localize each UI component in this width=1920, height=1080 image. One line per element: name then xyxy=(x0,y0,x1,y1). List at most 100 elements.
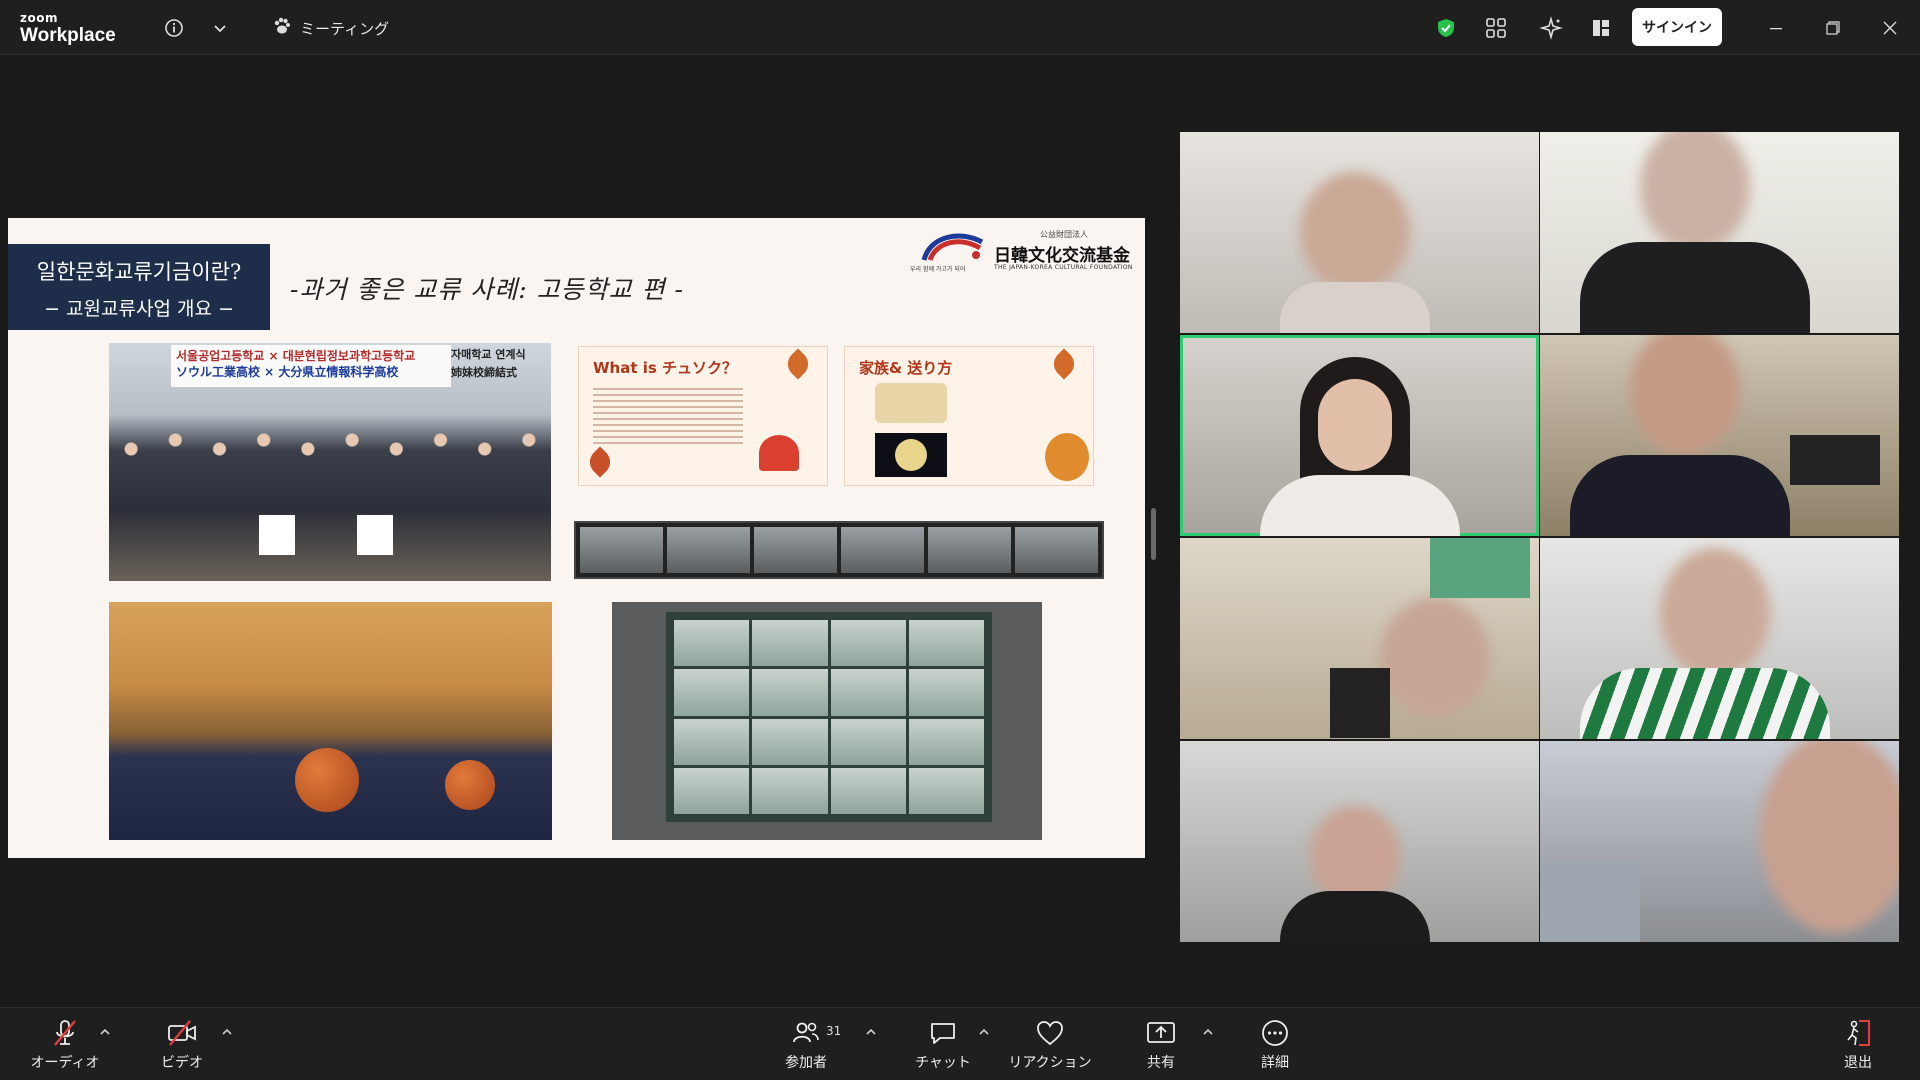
zoom-logo: zoom Workplace xyxy=(20,12,116,45)
close-icon[interactable] xyxy=(1868,12,1912,44)
blurred-face xyxy=(1630,335,1740,455)
minimize-icon[interactable] xyxy=(1754,12,1798,44)
banner-line2: ソウル工業高校 × 大分県立情報科学高校 xyxy=(176,365,399,379)
slide-title-sub: − 교원교류사업 개요 − xyxy=(44,298,234,320)
striped-shirt xyxy=(1580,668,1830,739)
blurred-face xyxy=(1660,548,1770,678)
leave-label: 退出 xyxy=(1844,1055,1872,1071)
ai-companion-icon[interactable] xyxy=(1535,12,1567,44)
participants-label: 参加者 xyxy=(785,1055,827,1071)
mic-muted-icon xyxy=(50,1018,80,1048)
logo-main-text: 日韓文化交流基金 xyxy=(994,246,1130,266)
more-button[interactable]: 詳細 xyxy=(1245,1018,1305,1074)
leave-icon xyxy=(1843,1018,1873,1048)
participant-video-tile[interactable] xyxy=(1540,335,1899,536)
split-resize-handle[interactable] xyxy=(1151,508,1156,560)
banner-line1: 서울공업고등학교 × 대분현립정보과학고등학교 xyxy=(176,349,416,363)
participant-video-tile[interactable] xyxy=(1180,132,1539,333)
info-icon[interactable] xyxy=(158,12,190,44)
logo-tagline: 우리 함께 가고가 되어 xyxy=(910,266,966,273)
participant-video-tile[interactable] xyxy=(1540,538,1899,739)
active-speaker-video-tile[interactable] xyxy=(1180,335,1539,536)
chat-icon xyxy=(928,1018,958,1048)
foundation-logo: 우리 함께 가고가 되어 公益財団法人 日韓文化交流基金 THE JAPAN-K… xyxy=(910,226,1140,276)
video-off-icon xyxy=(166,1018,198,1048)
video-button[interactable]: ビデオ xyxy=(150,1018,214,1074)
projected-gallery xyxy=(666,612,992,822)
audio-label: オーディオ xyxy=(30,1055,100,1071)
more-icon xyxy=(1260,1018,1290,1048)
family-card-title: 家族& 送り方 xyxy=(859,359,953,377)
photo-banner: 서울공업고등학교 × 대분현립정보과학고등학교 ソウル工業高校 × 大分県立情報… xyxy=(171,345,451,387)
meeting-label: ミーティング xyxy=(300,19,390,38)
autumn-decoration-icon xyxy=(1045,433,1089,481)
audio-options-caret-icon[interactable] xyxy=(97,1024,113,1040)
blurred-face xyxy=(1760,741,1899,933)
mushroom-icon xyxy=(759,435,799,471)
participant-video-tile[interactable] xyxy=(1180,538,1539,739)
slide-title-box: 일한문화교류기금이란? − 교원교류사업 개요 − xyxy=(8,244,270,330)
brand-small: zoom xyxy=(20,11,58,25)
banner-right: 자매학교 연계식 姉妹校締結式 xyxy=(451,346,547,382)
reactions-button[interactable]: リアクション xyxy=(1008,1018,1092,1074)
meeting-toolbar: オーディオ ビデオ 参加者 31 チャット リアクション 共有 詳細 退出 xyxy=(0,1007,1920,1080)
top-bar: zoom Workplace ミーティング サインイン xyxy=(0,0,1920,55)
slide-subtitle: -과거 좋은 교류 사례: 고등학교 편 - xyxy=(290,275,684,304)
participants-count: 31 xyxy=(826,1024,842,1038)
chair xyxy=(1330,668,1390,738)
brand-main: Workplace xyxy=(20,25,116,46)
video-label: ビデオ xyxy=(161,1055,203,1071)
leaf-icon xyxy=(584,446,616,478)
monitor xyxy=(1790,435,1880,485)
participant-video-tile[interactable] xyxy=(1540,741,1899,942)
video-strip-image xyxy=(574,521,1104,579)
more-label: 詳細 xyxy=(1261,1055,1289,1071)
participant-video-tile[interactable] xyxy=(1180,741,1539,942)
participant-video-tile[interactable] xyxy=(1540,132,1899,333)
blurred-face xyxy=(1300,172,1410,292)
video-options-caret-icon[interactable] xyxy=(219,1024,235,1040)
group-photo: 서울공업고등학교 × 대분현립정보과학고등학교 ソウル工業高校 × 大分県立情報… xyxy=(109,343,551,581)
chat-caret-icon[interactable] xyxy=(976,1024,992,1040)
moon-image xyxy=(875,433,947,477)
layout-icon[interactable] xyxy=(1585,12,1617,44)
blurred-face xyxy=(1640,132,1750,252)
audio-button[interactable]: オーディオ xyxy=(30,1018,100,1074)
gym-photo xyxy=(109,602,552,840)
foundation-emblem-icon xyxy=(921,233,984,262)
slide-title: 일한문화교류기금이란? xyxy=(36,260,242,284)
projector-photo xyxy=(612,602,1042,840)
chat-label: チャット xyxy=(915,1055,971,1071)
reactions-label: リアクション xyxy=(1008,1055,1092,1071)
paw-icon xyxy=(272,16,292,40)
basketball xyxy=(445,760,495,810)
logo-english-text: THE JAPAN-KOREA CULTURAL FOUNDATION xyxy=(994,264,1133,271)
share-caret-icon[interactable] xyxy=(1200,1024,1216,1040)
family-card: 家族& 送り方 xyxy=(844,346,1094,486)
logo-small-text: 公益財団法人 xyxy=(1040,230,1088,239)
shield-icon[interactable] xyxy=(1430,12,1462,44)
participants-caret-icon[interactable] xyxy=(863,1024,879,1040)
blurred-face xyxy=(1380,598,1490,718)
shared-screen: 일한문화교류기금이란? − 교원교류사업 개요 − -과거 좋은 교류 사례: … xyxy=(8,218,1145,858)
signin-button[interactable]: サインイン xyxy=(1632,8,1722,46)
bulletin-board xyxy=(1430,538,1530,598)
chevron-down-icon[interactable] xyxy=(204,12,236,44)
leave-button[interactable]: 退出 xyxy=(1830,1018,1886,1074)
restore-icon[interactable] xyxy=(1811,12,1855,44)
chuseok-card: What is チュソク？ xyxy=(578,346,828,486)
crowd xyxy=(109,413,551,503)
chuseok-card-title: What is チュソク？ xyxy=(593,359,738,377)
share-screen-icon xyxy=(1145,1018,1177,1048)
chat-button[interactable]: チャット xyxy=(910,1018,976,1074)
meeting-indicator[interactable]: ミーティング xyxy=(272,16,389,40)
share-button[interactable]: 共有 xyxy=(1130,1018,1192,1074)
share-label: 共有 xyxy=(1147,1055,1175,1071)
food-image xyxy=(875,383,947,423)
heart-icon xyxy=(1035,1018,1065,1048)
banner-right1: 자매학교 연계식 xyxy=(451,348,526,361)
basketball xyxy=(295,748,359,812)
banner-right2: 姉妹校締結式 xyxy=(451,366,517,379)
gallery-view-icon[interactable] xyxy=(1480,12,1512,44)
certificate xyxy=(259,515,295,555)
